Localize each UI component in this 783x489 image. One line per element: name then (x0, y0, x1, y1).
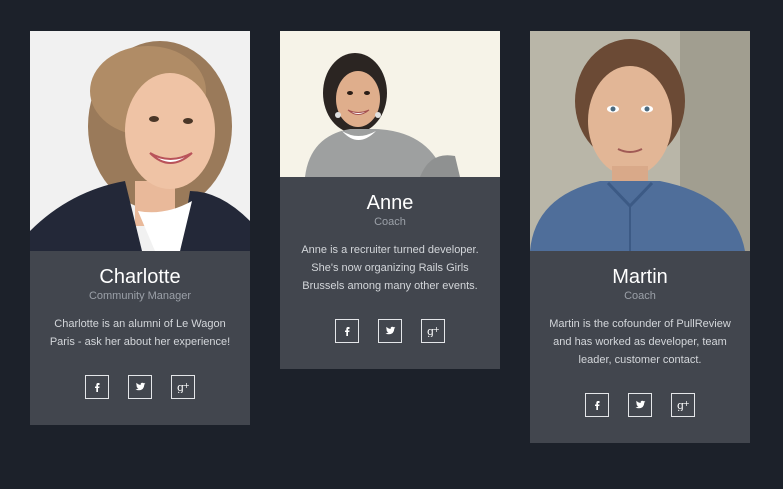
martin-photo (530, 31, 750, 251)
facebook-icon (595, 401, 600, 410)
social-links: g + (294, 319, 486, 369)
member-role: Coach (624, 290, 656, 302)
facebook-button[interactable] (585, 393, 609, 417)
member-role: Coach (374, 216, 406, 228)
google-plus-button[interactable]: g + (171, 375, 195, 399)
google-plus-icon: g + (427, 325, 440, 337)
twitter-icon (135, 382, 145, 391)
google-plus-icon: g + (677, 399, 690, 411)
team-card-martin: Martin Coach Martin is the cofounder of … (530, 31, 750, 443)
member-name: Anne (366, 192, 414, 214)
member-bio: Anne is a recruiter turned developer. Sh… (301, 244, 479, 292)
google-plus-button[interactable]: g + (671, 393, 695, 417)
svg-text:+: + (683, 399, 690, 408)
twitter-button[interactable] (378, 319, 402, 343)
facebook-icon (345, 327, 350, 336)
member-name: Charlotte (99, 266, 181, 288)
google-plus-icon: g + (177, 381, 190, 393)
google-plus-button[interactable]: g + (421, 319, 445, 343)
facebook-icon (95, 383, 100, 392)
charlotte-photo (30, 31, 250, 251)
anne-photo (280, 31, 500, 177)
member-name: Martin (612, 266, 668, 288)
twitter-icon (635, 400, 645, 409)
team-card-charlotte: Charlotte Community Manager Charlotte is… (30, 31, 250, 425)
member-bio: Charlotte is an alumni of Le Wagon Paris… (49, 318, 231, 348)
twitter-button[interactable] (628, 393, 652, 417)
member-bio: Martin is the cofounder of PullReview an… (549, 318, 731, 366)
svg-text:+: + (183, 381, 190, 390)
member-role: Community Manager (88, 290, 192, 302)
facebook-button[interactable] (335, 319, 359, 343)
svg-text:+: + (433, 325, 440, 334)
social-links: g + (544, 393, 736, 443)
twitter-icon (385, 326, 395, 335)
social-links: g + (44, 375, 236, 425)
twitter-button[interactable] (128, 375, 152, 399)
team-card-anne: Anne Coach Anne is a recruiter turned de… (280, 31, 500, 369)
facebook-button[interactable] (85, 375, 109, 399)
